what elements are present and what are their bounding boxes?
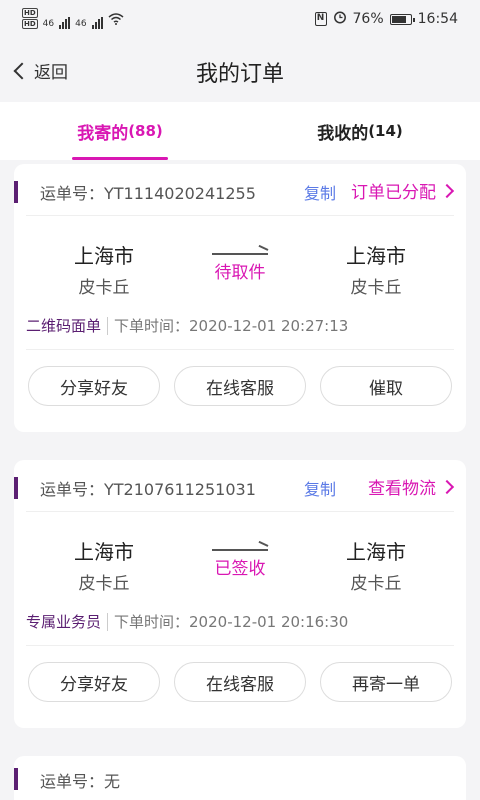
clock: 16:54	[417, 11, 458, 27]
shipment-status: 已签收	[214, 559, 266, 579]
share-button[interactable]: 分享好友	[28, 662, 160, 702]
copy-button[interactable]: 复制	[304, 180, 336, 204]
wifi-icon	[108, 13, 124, 29]
divider	[107, 612, 109, 631]
nfc-icon: N	[314, 12, 327, 26]
tab-label: 我收的	[317, 123, 369, 144]
network-type: 46	[42, 19, 55, 29]
waybill-number: 运单号：无	[40, 772, 121, 791]
tab-count: (14)	[368, 122, 403, 140]
order-header: 运单号：YT1114020241255 复制 订单已分配	[14, 164, 455, 216]
order-meta: 二维码面单 下单时间：2020-12-01 20:27:13	[26, 302, 454, 350]
order-header: 运单号：无	[14, 756, 454, 800]
hd-badge: HD	[22, 8, 38, 18]
accent-bar	[14, 477, 18, 499]
signal-icon	[59, 17, 71, 29]
hd-badge: HD	[22, 19, 38, 29]
order-status-label: 订单已分配	[351, 183, 436, 203]
sender-city: 上海市	[74, 540, 134, 564]
tab-label: 我寄的	[77, 123, 129, 144]
tab-received[interactable]: 我收的 (14)	[240, 102, 480, 160]
battery-percent: 76%	[352, 11, 384, 27]
copy-button[interactable]: 复制	[304, 476, 336, 500]
order-meta: 专属业务员 下单时间：2020-12-01 20:16:30	[26, 598, 454, 646]
battery-icon	[389, 13, 415, 25]
route-status: 已签收	[190, 544, 290, 579]
receiver-city: 上海市	[346, 244, 406, 268]
reorder-button[interactable]: 再寄一单	[320, 662, 452, 702]
sender-city: 上海市	[74, 244, 134, 268]
sender-district: 皮卡丘	[78, 574, 130, 594]
order-actions: 分享好友 在线客服 催取	[14, 350, 466, 422]
route: 上海市 皮卡丘 已签收 上海市 皮卡丘	[14, 512, 466, 598]
order-time: 下单时间：2020-12-01 20:16:30	[114, 613, 349, 631]
tab-sent[interactable]: 我寄的 (88)	[0, 102, 240, 160]
order-status-link[interactable]: 订单已分配	[351, 178, 455, 203]
share-button[interactable]: 分享好友	[28, 366, 160, 406]
order-tag: 专属业务员	[26, 613, 102, 631]
sender-location: 上海市 皮卡丘	[44, 240, 164, 298]
customer-service-button[interactable]: 在线客服	[174, 366, 306, 406]
network-type: 46	[75, 19, 87, 29]
accent-bar	[14, 768, 18, 790]
arrow-right-icon	[212, 248, 268, 256]
receiver-city: 上海市	[346, 540, 406, 564]
alarm-icon	[333, 10, 347, 28]
order-header: 运单号：YT2107611251031 复制 查看物流	[14, 460, 455, 512]
signal-icon	[91, 17, 103, 29]
chevron-right-icon	[439, 479, 455, 494]
order-tag: 二维码面单	[26, 317, 102, 335]
customer-service-button[interactable]: 在线客服	[174, 662, 306, 702]
nav-bar: 返回 我的订单	[0, 38, 480, 102]
status-right: N 76% 16:54	[314, 10, 458, 28]
order-card: 运单号：YT2107611251031 复制 查看物流 上海市 皮卡丘 已签收 …	[14, 460, 466, 728]
order-tabs: 我寄的 (88) 我收的 (14)	[0, 102, 480, 160]
accent-bar	[14, 181, 18, 203]
status-bar: HD HD 46 46 N 76% 16:54	[0, 0, 480, 38]
waybill-number: 运单号：YT1114020241255	[40, 184, 256, 203]
divider	[107, 316, 109, 335]
page-title: 我的订单	[195, 62, 284, 87]
route-status: 待取件	[190, 248, 290, 283]
order-status-link[interactable]: 查看物流	[368, 474, 455, 499]
signal-area: HD HD 46 46	[22, 8, 124, 29]
waybill-number: 运单号：YT2107611251031	[40, 480, 256, 499]
chevron-right-icon	[439, 183, 455, 198]
shipment-status: 待取件	[214, 263, 266, 283]
receiver-district: 皮卡丘	[350, 574, 402, 594]
tab-count: (88)	[128, 122, 163, 140]
sender-district: 皮卡丘	[78, 278, 130, 298]
order-status-label: 查看物流	[368, 479, 436, 499]
arrow-right-icon	[212, 544, 268, 552]
urge-pickup-button[interactable]: 催取	[320, 366, 452, 406]
route: 上海市 皮卡丘 待取件 上海市 皮卡丘	[14, 216, 466, 302]
sender-location: 上海市 皮卡丘	[44, 536, 164, 594]
order-card: 运单号：无	[14, 756, 466, 800]
receiver-location: 上海市 皮卡丘	[316, 536, 436, 594]
order-card: 运单号：YT1114020241255 复制 订单已分配 上海市 皮卡丘 待取件…	[14, 164, 466, 432]
receiver-location: 上海市 皮卡丘	[316, 240, 436, 298]
order-actions: 分享好友 在线客服 再寄一单	[14, 646, 466, 718]
order-time: 下单时间：2020-12-01 20:27:13	[114, 317, 349, 335]
receiver-district: 皮卡丘	[350, 278, 402, 298]
